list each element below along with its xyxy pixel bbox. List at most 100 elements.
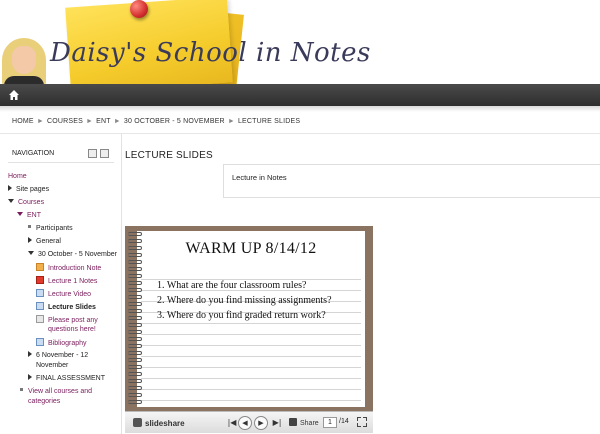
breadcrumb-current: LECTURE SLIDES	[237, 118, 301, 125]
nav-item-view-all-courses-line-2[interactable]: categories	[28, 397, 60, 406]
bullet-icon	[28, 225, 31, 228]
last-slide-button[interactable]: ▶|	[270, 417, 284, 431]
nav-item-introduction-note[interactable]: Introduction Note	[36, 263, 101, 273]
site-title[interactable]: Daisy's School in Notes	[50, 38, 371, 68]
breadcrumb-ent[interactable]: ENT	[96, 118, 111, 125]
spiral-coil	[128, 281, 142, 285]
slideshare-logo[interactable]: slideshare	[133, 418, 185, 428]
slide-text-line: 2. Where do you find missing assignments…	[157, 295, 332, 306]
nav-item-label: 6 November - 12	[36, 352, 89, 359]
nav-item-site-pages[interactable]: Site pages	[8, 185, 49, 194]
breadcrumb-separator-icon: ►	[113, 118, 121, 125]
nav-item-week-2[interactable]: 6 November - 12	[28, 351, 88, 360]
page-number-input[interactable]: 1	[323, 417, 337, 428]
nav-item-general[interactable]: General	[28, 237, 61, 246]
nav-item-label: General	[36, 238, 61, 245]
nav-bar-shadow	[0, 106, 600, 112]
spiral-coil	[128, 330, 142, 334]
breadcrumb-week[interactable]: 30 OCTOBER - 5 NOVEMBER	[124, 118, 225, 125]
previous-slide-button[interactable]: ◀	[238, 416, 252, 430]
spiral-coil	[128, 337, 142, 341]
player-controls-bar: slideshare |◀ ◀ ▶ ▶| Share 1 /14	[125, 411, 373, 433]
paper-rule-line	[141, 389, 361, 390]
breadcrumb-separator-icon: ►	[36, 118, 44, 125]
nav-item-participants[interactable]: Participants	[28, 224, 73, 233]
navigation-block: NAVIGATION Home Site pages Courses ENT P…	[0, 134, 122, 434]
push-pin-icon	[130, 0, 148, 18]
spiral-coil	[128, 400, 142, 404]
slide-title: WARM UP 8/14/12	[185, 240, 317, 257]
description-box: Lecture in Notes	[223, 164, 600, 198]
description-text: Lecture in Notes	[232, 173, 287, 182]
paper-rule-line	[141, 323, 361, 324]
nav-item-forum-line-2[interactable]: questions here!	[48, 325, 96, 334]
next-slide-button[interactable]: ▶	[254, 416, 268, 430]
home-icon[interactable]	[8, 89, 20, 101]
page-icon	[36, 338, 44, 346]
nav-item-week-2-line-2[interactable]: November	[36, 361, 68, 370]
collapse-arrow-icon	[17, 212, 23, 216]
bullet-icon	[20, 388, 23, 391]
spiral-coil	[128, 316, 142, 320]
navigation-block-title: NAVIGATION	[12, 150, 55, 157]
collapse-block-icon[interactable]	[100, 149, 109, 158]
nav-item-label: Lecture Slides	[48, 304, 96, 311]
page-total: /14	[339, 418, 349, 425]
expand-arrow-icon	[28, 237, 32, 243]
page-title: LECTURE SLIDES	[125, 150, 213, 161]
nav-item-week-1[interactable]: 30 October - 5 November	[28, 250, 117, 259]
nav-item-lecture-1-notes[interactable]: Lecture 1 Notes	[36, 276, 97, 286]
breadcrumb-courses[interactable]: COURSES	[47, 118, 83, 125]
collapse-arrow-icon	[28, 251, 34, 255]
video-icon	[36, 289, 44, 297]
breadcrumb-separator-icon: ►	[85, 118, 94, 125]
nav-item-label: Participants	[36, 225, 73, 232]
paper-rule-line	[141, 367, 361, 368]
spiral-coil	[128, 288, 142, 292]
nav-item-lecture-slides-active[interactable]: Lecture Slides	[36, 302, 96, 312]
nav-item-label: ENT	[27, 212, 41, 219]
nav-item-course-ent[interactable]: ENT	[17, 211, 41, 220]
fullscreen-icon[interactable]	[357, 417, 367, 427]
nav-item-home[interactable]: Home	[8, 172, 27, 181]
slide-text-line: 3. Where do you find graded return work?	[157, 310, 326, 321]
share-label: Share	[300, 420, 319, 427]
nav-item-label: Introduction Note	[48, 265, 102, 272]
nav-item-lecture-video[interactable]: Lecture Video	[36, 289, 91, 299]
spiral-coil	[128, 358, 142, 362]
expand-arrow-icon	[28, 351, 32, 357]
share-button[interactable]: Share	[289, 418, 319, 427]
paper-rule-line	[141, 400, 361, 401]
nav-item-forum[interactable]: Please post any	[36, 315, 98, 325]
spiral-coil	[128, 302, 142, 306]
spiral-coil	[128, 344, 142, 348]
spiral-coil	[128, 309, 142, 313]
spiral-coil	[128, 260, 142, 264]
site-header: Daisy's School in Notes	[0, 0, 600, 84]
slideshare-logo-icon	[133, 418, 142, 427]
spiral-coil	[128, 365, 142, 369]
spiral-coil	[128, 393, 142, 397]
nav-item-label: Courses	[18, 199, 45, 206]
breadcrumb-home[interactable]: HOME	[12, 118, 34, 125]
nav-item-final-assessment[interactable]: FINAL ASSESSMENT	[28, 374, 105, 383]
first-slide-button[interactable]: |◀	[225, 417, 239, 431]
nav-item-label: View all courses and	[28, 388, 93, 395]
slide-text-line: 1. What are the four classroom rules?	[157, 280, 307, 291]
paper-rule-line	[141, 378, 361, 379]
nav-item-label: FINAL ASSESSMENT	[36, 375, 105, 382]
slideshare-embed[interactable]: WARM UP 8/14/12 1. What are the four cla…	[125, 226, 373, 433]
dock-block-icon[interactable]	[88, 149, 97, 158]
page: Daisy's School in Notes HOME ► COURSES ► ENT…	[0, 0, 600, 434]
nav-item-label: Please post any	[48, 317, 98, 324]
paper-rule-line	[141, 334, 361, 335]
nav-item-bibliography[interactable]: Bibliography	[36, 338, 87, 348]
collapse-arrow-icon	[8, 199, 14, 203]
spiral-coil	[128, 295, 142, 299]
nav-item-label: Site pages	[16, 186, 50, 193]
share-icon	[289, 418, 297, 426]
forum-icon	[36, 315, 44, 323]
nav-item-courses[interactable]: Courses	[8, 198, 44, 207]
nav-item-label: Lecture 1 Notes	[48, 278, 98, 285]
nav-item-view-all-courses[interactable]: View all courses and	[20, 387, 92, 396]
